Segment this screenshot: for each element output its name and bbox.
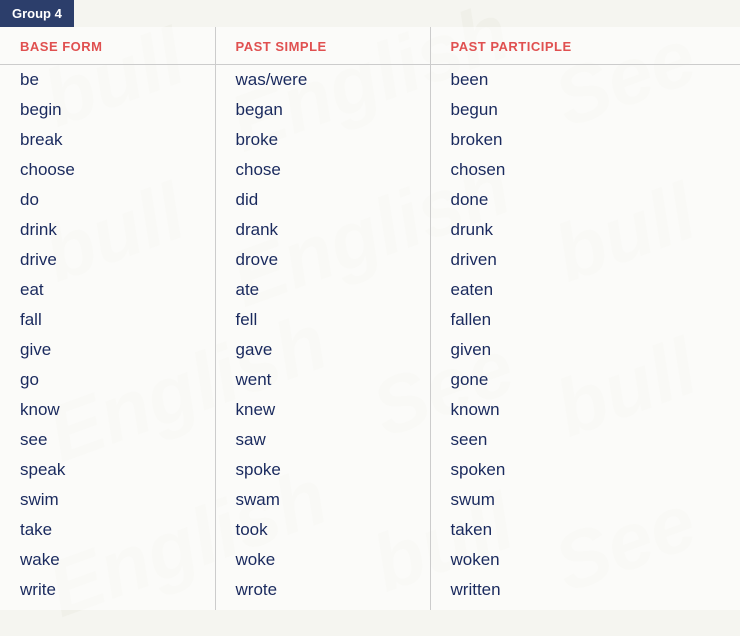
cell-base-form: begin bbox=[0, 95, 215, 125]
cell-base-form: wake bbox=[0, 545, 215, 575]
cell-past-simple: spoke bbox=[215, 455, 430, 485]
cell-past-participle: done bbox=[430, 185, 740, 215]
table-row: swimswamswum bbox=[0, 485, 740, 515]
table-row: choosechosechosen bbox=[0, 155, 740, 185]
cell-base-form: see bbox=[0, 425, 215, 455]
table-row: taketooktaken bbox=[0, 515, 740, 545]
table-wrapper: BASE FORM PAST SIMPLE PAST PARTICIPLE be… bbox=[0, 27, 740, 610]
cell-past-participle: swum bbox=[430, 485, 740, 515]
table-row: wakewokewoken bbox=[0, 545, 740, 575]
table-row: eatateeaten bbox=[0, 275, 740, 305]
table-header-row: BASE FORM PAST SIMPLE PAST PARTICIPLE bbox=[0, 27, 740, 65]
cell-past-simple: broke bbox=[215, 125, 430, 155]
cell-past-participle: chosen bbox=[430, 155, 740, 185]
cell-base-form: go bbox=[0, 365, 215, 395]
cell-base-form: break bbox=[0, 125, 215, 155]
cell-base-form: do bbox=[0, 185, 215, 215]
cell-past-simple: ate bbox=[215, 275, 430, 305]
table-row: speakspokespoken bbox=[0, 455, 740, 485]
cell-past-participle: eaten bbox=[430, 275, 740, 305]
cell-base-form: fall bbox=[0, 305, 215, 335]
cell-past-participle: fallen bbox=[430, 305, 740, 335]
cell-base-form: eat bbox=[0, 275, 215, 305]
col-past-simple: PAST SIMPLE bbox=[215, 27, 430, 65]
cell-past-participle: woken bbox=[430, 545, 740, 575]
table-row: drinkdrankdrunk bbox=[0, 215, 740, 245]
table-row: seesawseen bbox=[0, 425, 740, 455]
cell-past-simple: knew bbox=[215, 395, 430, 425]
table-row: givegavegiven bbox=[0, 335, 740, 365]
cell-base-form: choose bbox=[0, 155, 215, 185]
cell-past-simple: was/were bbox=[215, 65, 430, 96]
table-row: gowentgone bbox=[0, 365, 740, 395]
cell-past-participle: written bbox=[430, 575, 740, 610]
cell-base-form: take bbox=[0, 515, 215, 545]
cell-base-form: drink bbox=[0, 215, 215, 245]
cell-past-simple: went bbox=[215, 365, 430, 395]
cell-base-form: speak bbox=[0, 455, 215, 485]
cell-past-simple: saw bbox=[215, 425, 430, 455]
col-past-participle: PAST PARTICIPLE bbox=[430, 27, 740, 65]
table-row: knowknewknown bbox=[0, 395, 740, 425]
cell-past-participle: broken bbox=[430, 125, 740, 155]
table-row: bewas/werebeen bbox=[0, 65, 740, 96]
cell-past-simple: swam bbox=[215, 485, 430, 515]
cell-past-participle: given bbox=[430, 335, 740, 365]
cell-past-participle: taken bbox=[430, 515, 740, 545]
cell-past-simple: gave bbox=[215, 335, 430, 365]
cell-base-form: write bbox=[0, 575, 215, 610]
table-row: writewrotewritten bbox=[0, 575, 740, 610]
cell-past-simple: took bbox=[215, 515, 430, 545]
irregular-verbs-table: BASE FORM PAST SIMPLE PAST PARTICIPLE be… bbox=[0, 27, 740, 610]
cell-past-simple: chose bbox=[215, 155, 430, 185]
cell-past-simple: woke bbox=[215, 545, 430, 575]
col-base-form: BASE FORM bbox=[0, 27, 215, 65]
cell-past-simple: began bbox=[215, 95, 430, 125]
cell-past-simple: fell bbox=[215, 305, 430, 335]
cell-base-form: be bbox=[0, 65, 215, 96]
cell-base-form: give bbox=[0, 335, 215, 365]
table-row: dodiddone bbox=[0, 185, 740, 215]
cell-past-participle: seen bbox=[430, 425, 740, 455]
group-header: Group 4 bbox=[0, 0, 74, 27]
table-body: bewas/werebeenbeginbeganbegunbreakbrokeb… bbox=[0, 65, 740, 611]
cell-past-participle: spoken bbox=[430, 455, 740, 485]
cell-past-participle: known bbox=[430, 395, 740, 425]
table-row: drivedrovedriven bbox=[0, 245, 740, 275]
cell-past-simple: drank bbox=[215, 215, 430, 245]
cell-base-form: swim bbox=[0, 485, 215, 515]
table-row: breakbrokebroken bbox=[0, 125, 740, 155]
cell-base-form: know bbox=[0, 395, 215, 425]
cell-past-participle: driven bbox=[430, 245, 740, 275]
cell-past-participle: drunk bbox=[430, 215, 740, 245]
cell-past-simple: did bbox=[215, 185, 430, 215]
cell-past-participle: gone bbox=[430, 365, 740, 395]
table-row: fallfellfallen bbox=[0, 305, 740, 335]
main-container: Group 4 BASE FORM PAST SIMPLE PAST PARTI… bbox=[0, 0, 740, 610]
cell-past-participle: begun bbox=[430, 95, 740, 125]
cell-base-form: drive bbox=[0, 245, 215, 275]
table-row: beginbeganbegun bbox=[0, 95, 740, 125]
cell-past-simple: wrote bbox=[215, 575, 430, 610]
cell-past-simple: drove bbox=[215, 245, 430, 275]
cell-past-participle: been bbox=[430, 65, 740, 96]
